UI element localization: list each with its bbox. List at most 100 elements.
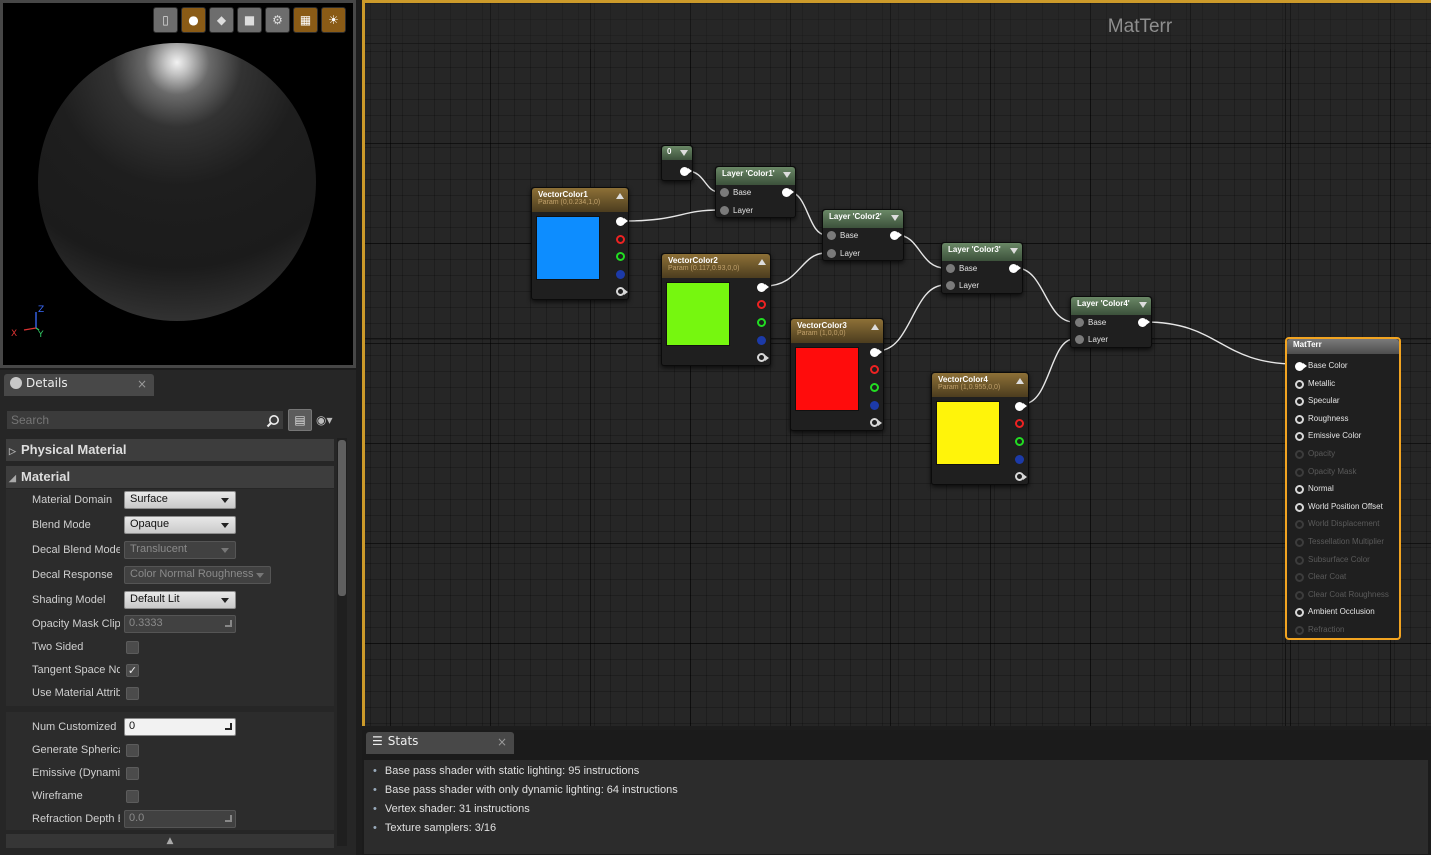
details-search-input[interactable] xyxy=(6,410,284,430)
red-output-pin-icon[interactable] xyxy=(616,235,625,244)
rgb-output-pin-icon[interactable] xyxy=(870,348,882,357)
green-output-pin-icon[interactable] xyxy=(757,318,766,327)
grid-toggle-icon[interactable]: ▦ xyxy=(293,7,318,33)
wireframe-checkbox[interactable] xyxy=(126,790,139,803)
material-domain-dropdown[interactable]: Surface xyxy=(124,491,236,509)
layer-input-pin-icon[interactable] xyxy=(720,206,729,215)
refraction-depth-field[interactable]: 0.0 xyxy=(124,810,236,828)
collapse-arrow-icon xyxy=(783,172,791,178)
blue-output-pin-icon[interactable] xyxy=(757,336,766,345)
view-options-eye-icon[interactable]: ◉▾ xyxy=(316,409,348,431)
details-tab[interactable]: Details xyxy=(4,374,154,396)
constant-node[interactable]: 0 xyxy=(661,145,693,181)
rgb-output-pin-icon[interactable] xyxy=(1015,402,1027,411)
output-pin-icon[interactable] xyxy=(782,188,794,197)
material-input-pin-icon[interactable] xyxy=(1295,450,1304,459)
material-input-label: Base Color xyxy=(1308,361,1348,370)
material-input-pin-icon[interactable] xyxy=(1295,502,1304,512)
num-customized-uvs-field[interactable]: 0 xyxy=(124,718,236,736)
alpha-output-pin-icon[interactable] xyxy=(1015,472,1027,481)
vector-color2-node[interactable]: VectorColor2 Param (0.117,0.93,0,0) xyxy=(661,253,771,366)
category-physical-material[interactable]: ▷ Physical Material xyxy=(6,439,334,461)
shading-model-dropdown[interactable]: Default Lit xyxy=(124,591,236,609)
blue-output-pin-icon[interactable] xyxy=(616,270,625,279)
stats-close-icon[interactable]: × xyxy=(497,735,507,749)
details-close-icon[interactable]: × xyxy=(137,377,147,391)
output-pin-icon[interactable] xyxy=(1009,264,1021,273)
output-pin-icon[interactable] xyxy=(1138,318,1150,327)
red-output-pin-icon[interactable] xyxy=(1015,419,1024,428)
plane-preview-icon[interactable]: ◆ xyxy=(209,7,234,33)
base-input-pin-icon[interactable] xyxy=(827,231,836,240)
search-icon[interactable] xyxy=(266,414,280,428)
emissive-dynamic-checkbox[interactable] xyxy=(126,767,139,780)
material-input-pin-icon[interactable] xyxy=(1295,485,1304,495)
two-sided-checkbox[interactable] xyxy=(126,641,139,654)
rgb-output-pin-icon[interactable] xyxy=(757,283,769,292)
material-input-pin-icon[interactable] xyxy=(1295,555,1304,565)
decal-response-dropdown[interactable]: Color Normal Roughness xyxy=(124,566,271,584)
material-input-pin-icon[interactable] xyxy=(1295,590,1304,600)
property-matrix-icon[interactable]: ▤ xyxy=(288,409,312,431)
alpha-output-pin-icon[interactable] xyxy=(757,353,769,362)
green-output-pin-icon[interactable] xyxy=(1015,437,1024,446)
base-input-pin-icon[interactable] xyxy=(946,264,955,273)
output-pin-icon[interactable] xyxy=(890,231,902,240)
cylinder-preview-icon[interactable]: ▯ xyxy=(153,7,178,33)
material-result-node[interactable]: MatTerr Base Color Metallic Specular Roughn… xyxy=(1285,337,1401,640)
material-input-pin-icon[interactable] xyxy=(1295,467,1304,477)
material-input-pin-icon[interactable] xyxy=(1295,520,1304,530)
layer-color4-title: Layer 'Color4' xyxy=(1077,299,1130,308)
material-input-pin-icon[interactable] xyxy=(1295,573,1304,583)
details-scrollbar-thumb[interactable] xyxy=(338,440,346,596)
realtime-toggle-icon[interactable]: ☀ xyxy=(321,7,346,33)
alpha-output-pin-icon[interactable] xyxy=(616,287,628,296)
tangent-space-normal-checkbox[interactable]: ✓ xyxy=(126,664,139,677)
rgb-output-pin-icon[interactable] xyxy=(616,217,628,226)
green-output-pin-icon[interactable] xyxy=(616,252,625,261)
layer-color3-node[interactable]: Layer 'Color3' Base Layer xyxy=(941,242,1023,294)
red-output-pin-icon[interactable] xyxy=(870,365,879,374)
vector-color3-node[interactable]: VectorColor3 Param (1,0,0,0) xyxy=(790,318,884,431)
output-pin-icon[interactable] xyxy=(680,167,692,176)
layer-color4-node[interactable]: Layer 'Color4' Base Layer xyxy=(1070,296,1152,348)
layer-color1-node[interactable]: Layer 'Color1' Base Layer xyxy=(715,166,796,218)
category-material[interactable]: ◢ Material xyxy=(6,466,334,488)
decal-blend-mode-dropdown[interactable]: Translucent xyxy=(124,541,236,559)
blue-output-pin-icon[interactable] xyxy=(1015,455,1024,464)
opacity-mask-clip-field[interactable]: 0.3333 xyxy=(124,615,236,633)
material-input-pin-icon[interactable] xyxy=(1295,379,1304,389)
vector-color1-node[interactable]: VectorColor1 Param (0,0.234,1,0) xyxy=(531,187,629,300)
material-input-pin-icon[interactable] xyxy=(1295,538,1304,547)
stats-tab-label: Stats xyxy=(387,734,419,748)
generate-spherical-checkbox[interactable] xyxy=(126,744,139,757)
layer-color2-node[interactable]: Layer 'Color2' Base Layer xyxy=(822,209,904,261)
blend-mode-dropdown[interactable]: Opaque xyxy=(124,516,236,534)
cube-preview-icon[interactable]: ■ xyxy=(237,7,262,33)
stats-tab[interactable]: ☰ Stats xyxy=(366,732,514,754)
use-material-attributes-checkbox[interactable] xyxy=(126,687,139,700)
base-input-pin-icon[interactable] xyxy=(720,188,729,197)
blue-output-pin-icon[interactable] xyxy=(870,401,879,410)
material-input-pin-icon[interactable] xyxy=(1295,362,1307,371)
layer-input-pin-icon[interactable] xyxy=(946,281,955,290)
advanced-collapse-button[interactable]: ▲ xyxy=(6,834,334,848)
sphere-preview-icon[interactable]: ● xyxy=(181,7,206,33)
base-input-pin-icon[interactable] xyxy=(1075,318,1084,327)
material-input-pin-icon[interactable] xyxy=(1295,432,1304,442)
vector-color4-node[interactable]: VectorColor4 Param (1,0.955,0,0) xyxy=(931,372,1029,485)
axis-z-label: Z xyxy=(38,305,44,315)
opacity-mask-clip-value: 0.3333 xyxy=(129,617,163,629)
alpha-output-pin-icon[interactable] xyxy=(870,418,882,427)
material-graph-canvas[interactable] xyxy=(362,0,1431,726)
collapse-arrow-icon xyxy=(1139,302,1147,308)
layer-input-pin-icon[interactable] xyxy=(827,249,836,258)
material-input-pin-icon[interactable] xyxy=(1295,414,1304,424)
material-input-pin-icon[interactable] xyxy=(1295,397,1304,407)
material-input-pin-icon[interactable] xyxy=(1295,608,1304,618)
material-input-pin-icon[interactable] xyxy=(1295,626,1304,635)
red-output-pin-icon[interactable] xyxy=(757,300,766,309)
custom-mesh-preview-icon[interactable]: ⚙ xyxy=(265,7,290,33)
green-output-pin-icon[interactable] xyxy=(870,383,879,392)
layer-input-pin-icon[interactable] xyxy=(1075,335,1084,344)
